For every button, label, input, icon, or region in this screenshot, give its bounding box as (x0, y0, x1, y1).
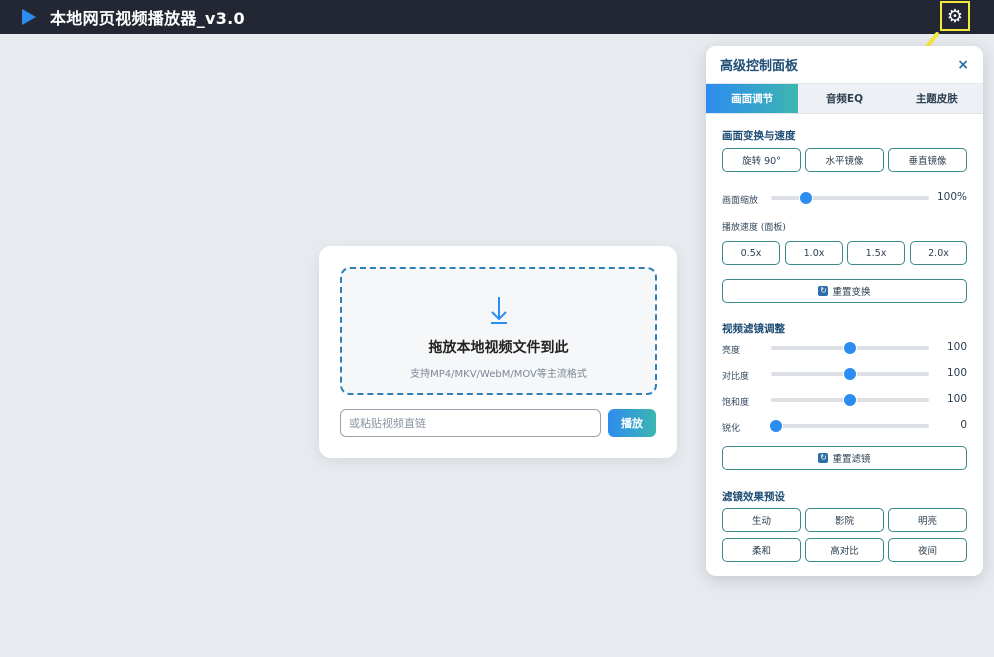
brightness-label: 亮度 (722, 346, 741, 356)
reset-transform-button[interactable]: ↻ 重置变换 (722, 279, 967, 303)
saturation-slider-thumb[interactable] (844, 394, 856, 406)
saturation-slider[interactable] (771, 394, 929, 406)
top-bar: 本地网页视频播放器_v3.0 ⚙ (0, 0, 994, 34)
tab-audio-eq[interactable]: 音频EQ (798, 84, 890, 113)
settings-button[interactable]: ⚙ (940, 1, 970, 31)
gear-icon: ⚙ (946, 5, 964, 27)
zoom-value: 100% (936, 191, 967, 203)
panel-tabs: 画面调节 音频EQ 主题皮肤 (706, 84, 983, 114)
saturation-value: 100 (946, 393, 967, 405)
play-button[interactable]: 播放 (608, 409, 656, 437)
saturation-label: 饱和度 (722, 398, 750, 408)
brightness-slider[interactable] (771, 342, 929, 354)
close-icon[interactable]: × (957, 57, 969, 73)
reset-filter-button[interactable]: ↻ 重置滤镜 (722, 446, 967, 470)
preset-cinema-button[interactable]: 影院 (805, 508, 884, 532)
preset-vivid-button[interactable]: 生动 (722, 508, 801, 532)
transform-section-title: 画面变换与速度 (722, 130, 796, 142)
speed-2.0x-button[interactable]: 2.0x (910, 241, 967, 265)
panel-header: 高级控制面板 × (706, 46, 983, 84)
play-logo-icon (22, 9, 36, 25)
drop-subtitle: 支持MP4/MKV/WebM/MOV等主流格式 (410, 369, 587, 380)
speed-0.5x-button[interactable]: 0.5x (722, 241, 780, 265)
speed-1.0x-button[interactable]: 1.0x (785, 241, 843, 265)
download-arrow-icon (490, 297, 507, 324)
app-title: 本地网页视频播放器_v3.0 (50, 9, 245, 28)
drop-title: 拖放本地视频文件到此 (428, 340, 569, 356)
zoom-slider-thumb[interactable] (799, 192, 812, 204)
tab-theme[interactable]: 主题皮肤 (891, 84, 983, 113)
sharpen-slider[interactable] (769, 420, 929, 432)
preset-bright-button[interactable]: 明亮 (888, 508, 967, 532)
sharpen-value: 0 (960, 419, 967, 431)
mirror-horizontal-button[interactable]: 水平镜像 (805, 148, 884, 172)
rotate-button[interactable]: 旋转 90° (722, 148, 801, 172)
filter-section-title: 视频滤镜调整 (722, 323, 785, 335)
preset-section-title: 滤镜效果预设 (722, 491, 785, 503)
control-panel: 高级控制面板 × 画面调节 音频EQ 主题皮肤 画面变换与速度 旋转 90° 水… (706, 46, 983, 576)
reset-filter-label: 重置滤镜 (832, 454, 871, 465)
preset-night-button[interactable]: 夜间 (888, 538, 967, 562)
video-url-input[interactable] (340, 409, 601, 437)
tab-picture[interactable]: 画面调节 (706, 84, 799, 113)
reset-icon: ↻ (818, 453, 829, 463)
drop-card: 拖放本地视频文件到此 支持MP4/MKV/WebM/MOV等主流格式 播放 (319, 246, 677, 458)
contrast-slider[interactable] (771, 368, 929, 380)
speed-1.5x-button[interactable]: 1.5x (847, 241, 905, 265)
speed-label: 播放速度 (面板) (722, 223, 786, 233)
brightness-value: 100 (946, 341, 967, 353)
zoom-label: 画面缩放 (722, 196, 759, 206)
zoom-slider[interactable] (771, 192, 929, 204)
panel-title: 高级控制面板 (720, 59, 799, 74)
preset-high-contrast-button[interactable]: 高对比 (805, 538, 884, 562)
sharpen-label: 锐化 (722, 424, 741, 434)
contrast-label: 对比度 (722, 372, 750, 382)
drop-zone[interactable]: 拖放本地视频文件到此 支持MP4/MKV/WebM/MOV等主流格式 (340, 267, 657, 395)
contrast-slider-thumb[interactable] (844, 368, 856, 380)
contrast-value: 100 (946, 367, 967, 379)
sharpen-slider-thumb[interactable] (769, 420, 782, 432)
mirror-vertical-button[interactable]: 垂直镜像 (888, 148, 967, 172)
reset-transform-label: 重置变换 (832, 287, 871, 298)
brightness-slider-thumb[interactable] (844, 342, 856, 354)
reset-icon: ↻ (818, 286, 829, 296)
preset-soft-button[interactable]: 柔和 (722, 538, 801, 562)
